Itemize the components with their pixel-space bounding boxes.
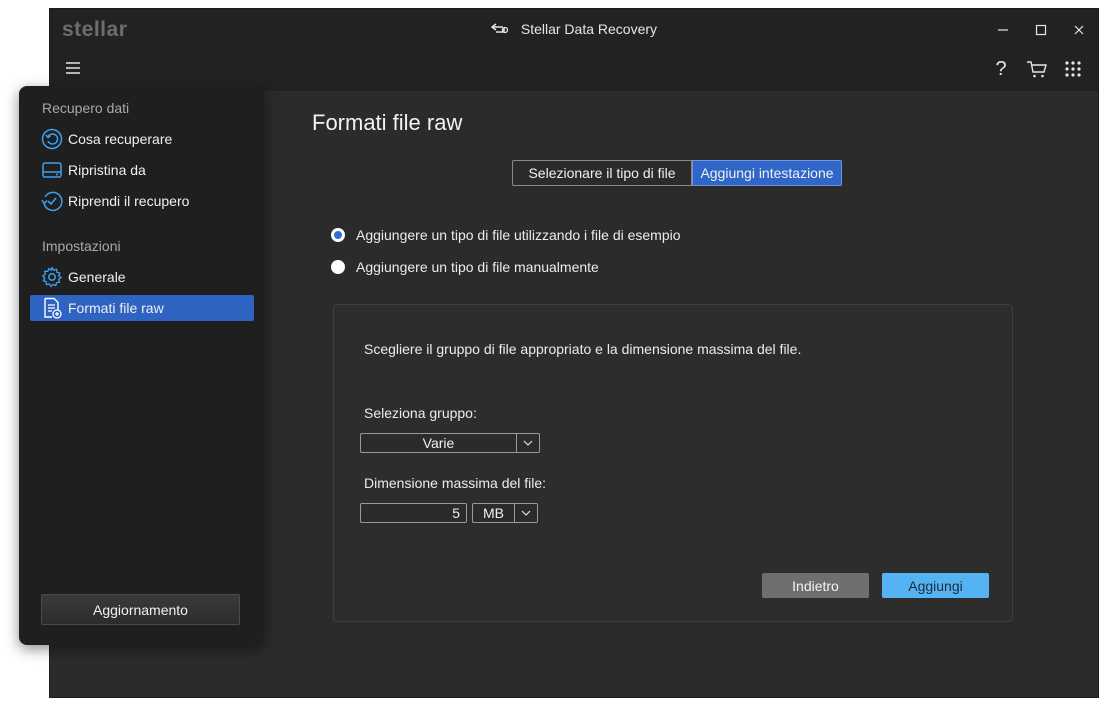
sidebar-item-label: Cosa recuperare: [68, 131, 173, 147]
window-title: Stellar Data Recovery: [520, 21, 658, 37]
sidebar-item-restore-from[interactable]: Ripristina da: [30, 157, 254, 183]
help-button[interactable]: ?: [990, 57, 1012, 81]
sidebar-item-resume-recovery[interactable]: Riprendi il recupero: [30, 188, 254, 214]
group-select-value: Varie: [422, 435, 455, 451]
window-title-wrap: Stellar Data Recovery: [50, 21, 1098, 39]
radio-button[interactable]: [331, 260, 345, 274]
sidebar-item-general[interactable]: Generale: [30, 264, 254, 290]
unit-select[interactable]: MB: [472, 503, 538, 523]
apps-grid-button[interactable]: [1062, 57, 1084, 81]
title-bar[interactable]: stellar Stellar Data Recovery: [50, 9, 1098, 51]
radio-label: Aggiungere un tipo di file utilizzando i…: [356, 227, 681, 243]
panel-instruction: Scegliere il gruppo di file appropriato …: [364, 341, 802, 357]
radio-option-manual[interactable]: Aggiungere un tipo di file manualmente: [331, 259, 599, 275]
radio-label: Aggiungere un tipo di file manualmente: [356, 259, 599, 275]
tab-select-file-type[interactable]: Selezionare il tipo di file: [512, 160, 692, 186]
group-select[interactable]: Varie: [360, 433, 540, 453]
max-size-input[interactable]: 5: [360, 503, 467, 523]
maximize-button[interactable]: [1022, 9, 1060, 51]
update-button[interactable]: Aggiornamento: [41, 594, 240, 625]
section-recovery-heading: Recupero dati: [42, 100, 130, 116]
restore-circle-icon: [40, 127, 64, 151]
close-button[interactable]: [1060, 9, 1098, 51]
sidebar-item-label: Generale: [68, 269, 126, 285]
page-title: Formati file raw: [312, 110, 463, 135]
radio-button-checked[interactable]: [331, 228, 345, 242]
cart-icon: [1027, 61, 1047, 78]
file-add-icon: [40, 296, 64, 320]
sidebar-item-label: Ripristina da: [68, 162, 146, 178]
radio-option-sample-files[interactable]: Aggiungere un tipo di file utilizzando i…: [331, 227, 681, 243]
unit-select-value: MB: [483, 505, 504, 521]
sidebar-item-label: Riprendi il recupero: [68, 193, 190, 209]
chevron-down-icon[interactable]: [514, 504, 537, 522]
tab-bar: Selezionare il tipo di file Aggiungi int…: [512, 160, 842, 186]
back-button[interactable]: Indietro: [762, 573, 869, 598]
size-label: Dimensione massima del file:: [364, 475, 547, 491]
hamburger-menu-icon[interactable]: [64, 59, 82, 77]
cart-button[interactable]: [1026, 57, 1048, 81]
resume-check-icon: [40, 189, 64, 213]
sidebar-item-raw-file-formats[interactable]: Formati file raw: [30, 295, 254, 321]
section-settings-heading: Impostazioni: [42, 238, 121, 254]
toolbar: ?: [50, 51, 1098, 91]
sidebar-item-label: Formati file raw: [68, 300, 164, 316]
add-button[interactable]: Aggiungi: [882, 573, 989, 598]
grid-icon: [1065, 61, 1081, 77]
sidebar: Recupero dati Cosa recuperare Ripristina…: [19, 86, 264, 645]
chevron-down-icon[interactable]: [516, 434, 539, 452]
recovery-arrow-icon: [490, 22, 509, 39]
settings-panel: Scegliere il gruppo di file appropriato …: [333, 304, 1013, 622]
gear-icon: [40, 265, 64, 289]
tab-add-header[interactable]: Aggiungi intestazione: [692, 160, 842, 186]
minimize-button[interactable]: [984, 9, 1022, 51]
drive-icon: [40, 158, 64, 182]
help-icon: ?: [995, 57, 1007, 80]
group-label: Seleziona gruppo:: [364, 405, 477, 421]
sidebar-item-what-to-recover[interactable]: Cosa recuperare: [30, 126, 254, 152]
